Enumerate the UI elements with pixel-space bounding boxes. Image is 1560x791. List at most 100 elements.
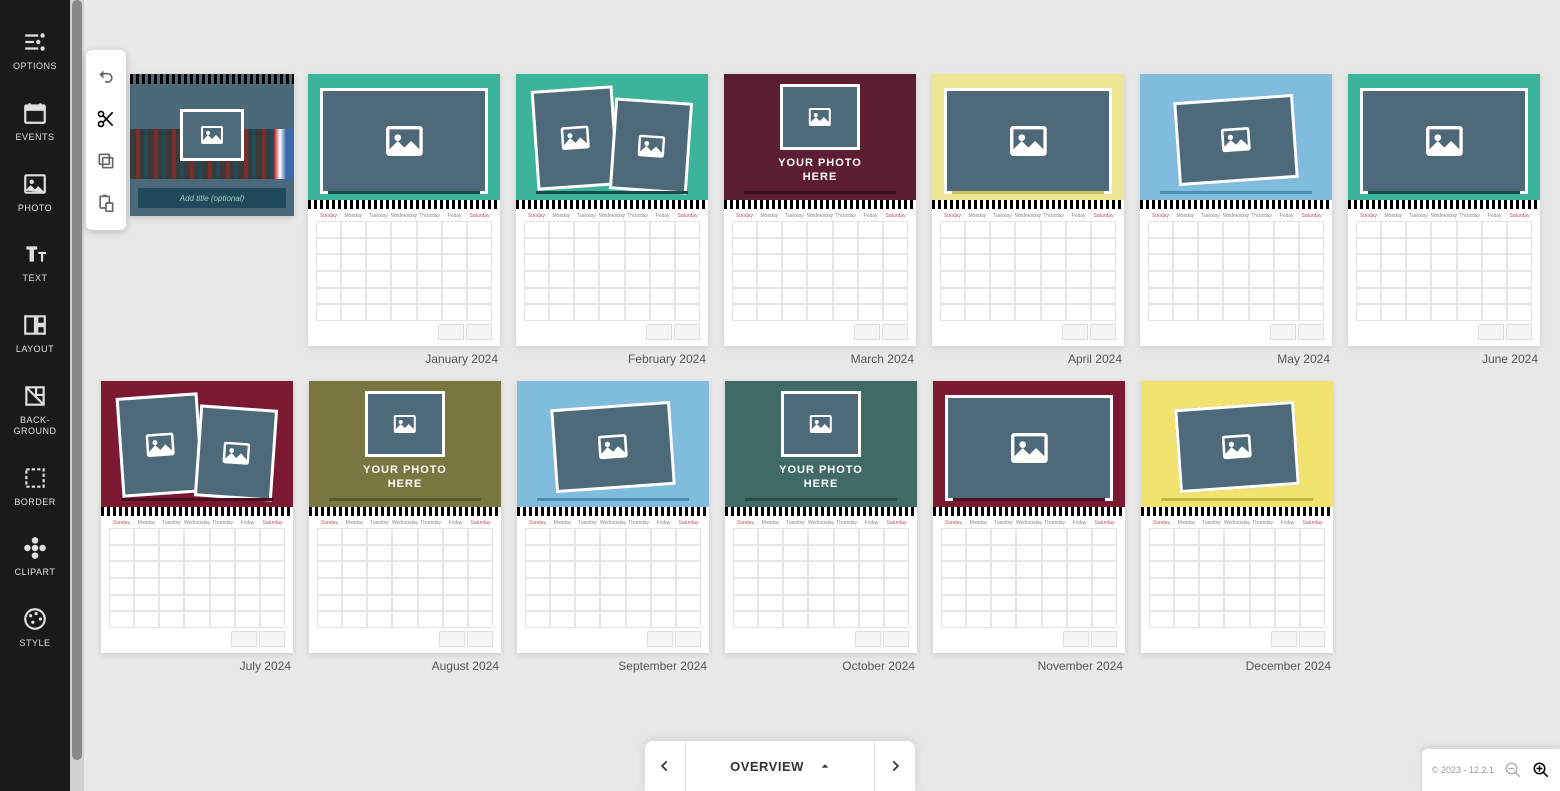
sidebar-item-text[interactable]: TEXT bbox=[0, 227, 70, 298]
month-label: December 2024 bbox=[1141, 653, 1333, 673]
scrollbar-thumb[interactable] bbox=[72, 0, 82, 760]
version-text: © 2023 - 12.2.1 bbox=[1432, 765, 1494, 775]
month-label: March 2024 bbox=[724, 346, 916, 366]
sidebar-item-options[interactable]: OPTIONS bbox=[0, 15, 70, 86]
undo-button[interactable] bbox=[86, 56, 126, 98]
accent-line bbox=[745, 498, 897, 501]
month-photo-area[interactable]: YOUR PHOTO HERE bbox=[725, 381, 917, 507]
month-row-2: SundayMondayTuesdayWednesdayThursdayFrid… bbox=[101, 381, 1333, 673]
vertical-scrollbar[interactable] bbox=[70, 0, 84, 791]
sidebar-item-border[interactable]: BORDER bbox=[0, 451, 70, 522]
canvas-workspace[interactable]: Add title (optional) SundayMondayTuesday… bbox=[84, 0, 1560, 791]
spiral-binding bbox=[932, 200, 1124, 209]
cover-photo-frame[interactable] bbox=[180, 109, 244, 161]
your-photo-here-text: YOUR PHOTO HERE bbox=[724, 156, 916, 185]
background-icon bbox=[22, 383, 48, 409]
calendar-grid: SundayMondayTuesdayWednesdayThursdayFrid… bbox=[516, 209, 708, 346]
month-photo-area[interactable] bbox=[516, 74, 708, 200]
photo-frame[interactable] bbox=[531, 85, 620, 190]
month-photo-area[interactable] bbox=[1140, 74, 1332, 200]
zoom-out-button[interactable] bbox=[1504, 761, 1522, 779]
month-page-7[interactable]: YOUR PHOTO HERESundayMondayTuesdayWednes… bbox=[309, 381, 501, 653]
image-placeholder-icon bbox=[559, 118, 592, 158]
cover-accent bbox=[274, 129, 294, 179]
zoom-in-icon bbox=[1532, 761, 1550, 779]
image-placeholder-icon bbox=[997, 428, 1062, 468]
sidebar-item-style[interactable]: STYLE bbox=[0, 592, 70, 663]
prev-page-button[interactable] bbox=[645, 741, 685, 791]
photo-frame[interactable] bbox=[781, 391, 861, 457]
accent-line bbox=[328, 191, 480, 194]
month-label: August 2024 bbox=[309, 653, 501, 673]
month-label: October 2024 bbox=[725, 653, 917, 673]
overview-label: OVERVIEW bbox=[730, 759, 804, 774]
month-photo-area[interactable]: YOUR PHOTO HERE bbox=[309, 381, 501, 507]
month-photo-area[interactable]: YOUR PHOTO HERE bbox=[724, 74, 916, 200]
cover-title-band[interactable]: Add title (optional) bbox=[138, 188, 286, 208]
sidebar-label-background: BACK- GROUND bbox=[14, 415, 57, 437]
month-page-11[interactable]: SundayMondayTuesdayWednesdayThursdayFrid… bbox=[1141, 381, 1333, 653]
sidebar-item-background[interactable]: BACK- GROUND bbox=[0, 369, 70, 451]
cover-page-thumb[interactable]: Add title (optional) bbox=[130, 74, 294, 216]
month-page-4[interactable]: SundayMondayTuesdayWednesdayThursdayFrid… bbox=[1140, 74, 1332, 346]
overview-dropdown[interactable]: OVERVIEW bbox=[685, 741, 875, 791]
month-photo-area[interactable] bbox=[1141, 381, 1333, 507]
calendar-grid: SundayMondayTuesdayWednesdayThursdayFrid… bbox=[1348, 209, 1540, 346]
month-page-3[interactable]: SundayMondayTuesdayWednesdayThursdayFrid… bbox=[932, 74, 1124, 346]
calendar-grid: SundayMondayTuesdayWednesdayThursdayFrid… bbox=[308, 209, 500, 346]
month-page-10[interactable]: SundayMondayTuesdayWednesdayThursdayFrid… bbox=[933, 381, 1125, 653]
month-label: January 2024 bbox=[308, 346, 500, 366]
image-placeholder-icon bbox=[996, 121, 1061, 161]
month-photo-area[interactable] bbox=[308, 74, 500, 200]
sidebar-item-events[interactable]: EVENTS bbox=[0, 86, 70, 157]
month-photo-area[interactable] bbox=[932, 74, 1124, 200]
month-page-9[interactable]: YOUR PHOTO HERESundayMondayTuesdayWednes… bbox=[725, 381, 917, 653]
month-cell-10: SundayMondayTuesdayWednesdayThursdayFrid… bbox=[933, 381, 1125, 673]
month-cell-11: SundayMondayTuesdayWednesdayThursdayFrid… bbox=[1141, 381, 1333, 673]
photo-frame[interactable] bbox=[320, 88, 488, 194]
sidebar-label-style: STYLE bbox=[19, 638, 50, 649]
sidebar-item-layout[interactable]: LAYOUT bbox=[0, 298, 70, 369]
calendar-grid: SundayMondayTuesdayWednesdayThursdayFrid… bbox=[932, 209, 1124, 346]
left-sidebar: OPTIONS EVENTS PHOTO TEXT LAYOUT BACK- G… bbox=[0, 0, 70, 791]
photo-frame[interactable] bbox=[944, 88, 1112, 194]
month-page-1[interactable]: SundayMondayTuesdayWednesdayThursdayFrid… bbox=[516, 74, 708, 346]
cut-button[interactable] bbox=[86, 98, 126, 140]
image-placeholder-icon bbox=[1212, 123, 1260, 157]
photo-frame[interactable] bbox=[116, 392, 205, 497]
style-icon bbox=[22, 606, 48, 632]
month-label: April 2024 bbox=[932, 346, 1124, 366]
month-photo-area[interactable] bbox=[933, 381, 1125, 507]
zoom-in-button[interactable] bbox=[1532, 761, 1550, 779]
photo-frame[interactable] bbox=[1174, 401, 1300, 493]
layout-icon bbox=[22, 312, 48, 338]
photo-frame[interactable] bbox=[365, 391, 445, 457]
next-page-button[interactable] bbox=[875, 741, 915, 791]
accent-line bbox=[536, 191, 688, 194]
month-photo-area[interactable] bbox=[101, 381, 293, 507]
calendar-grid: SundayMondayTuesdayWednesdayThursdayFrid… bbox=[101, 516, 293, 653]
month-page-6[interactable]: SundayMondayTuesdayWednesdayThursdayFrid… bbox=[101, 381, 293, 653]
month-photo-area[interactable] bbox=[517, 381, 709, 507]
month-page-8[interactable]: SundayMondayTuesdayWednesdayThursdayFrid… bbox=[517, 381, 709, 653]
month-photo-area[interactable] bbox=[1348, 74, 1540, 200]
paste-button[interactable] bbox=[86, 182, 126, 224]
copy-button[interactable] bbox=[86, 140, 126, 182]
month-page-2[interactable]: YOUR PHOTO HERESundayMondayTuesdayWednes… bbox=[724, 74, 916, 346]
photo-frame[interactable] bbox=[194, 404, 278, 501]
month-cell-1: SundayMondayTuesdayWednesdayThursdayFrid… bbox=[516, 74, 708, 366]
photo-frame[interactable] bbox=[1360, 88, 1528, 194]
photo-frame[interactable] bbox=[1173, 94, 1299, 186]
calendar-grid: SundayMondayTuesdayWednesdayThursdayFrid… bbox=[1141, 516, 1333, 653]
month-label: February 2024 bbox=[516, 346, 708, 366]
spiral-binding bbox=[517, 507, 709, 516]
photo-frame[interactable] bbox=[780, 84, 860, 150]
sidebar-item-photo[interactable]: PHOTO bbox=[0, 157, 70, 228]
photo-frame[interactable] bbox=[550, 401, 676, 493]
sidebar-item-clipart[interactable]: CLIPART bbox=[0, 521, 70, 592]
month-page-0[interactable]: SundayMondayTuesdayWednesdayThursdayFrid… bbox=[308, 74, 500, 346]
month-page-5[interactable]: SundayMondayTuesdayWednesdayThursdayFrid… bbox=[1348, 74, 1540, 346]
photo-frame[interactable] bbox=[945, 395, 1113, 501]
sidebar-label-text: TEXT bbox=[22, 273, 47, 284]
photo-frame[interactable] bbox=[609, 97, 693, 194]
